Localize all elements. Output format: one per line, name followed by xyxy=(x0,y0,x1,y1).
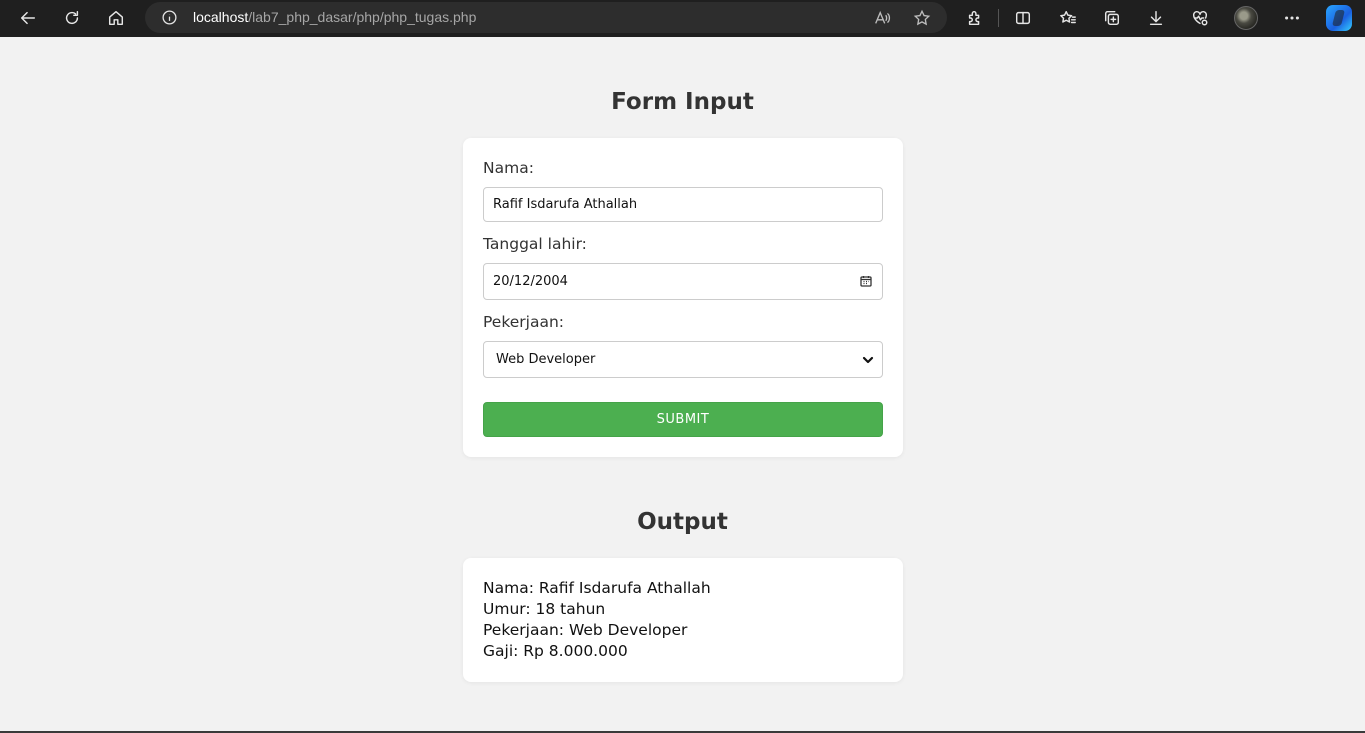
tanggal-lahir-value: 20/12/2004 xyxy=(493,274,568,289)
nama-input[interactable]: Rafif Isdarufa Athallah xyxy=(483,187,883,222)
extensions-icon[interactable] xyxy=(959,3,991,33)
output-heading: Output xyxy=(637,509,728,535)
output-nama: Nama: Rafif Isdarufa Athallah xyxy=(483,579,711,597)
nama-label: Nama: xyxy=(483,159,534,177)
browser-essentials-icon[interactable] xyxy=(1184,3,1216,33)
back-arrow-icon[interactable] xyxy=(12,3,44,33)
output-gaji: Gaji: Rp 8.000.000 xyxy=(483,642,628,660)
address-bar[interactable]: localhost/lab7_php_dasar/php/php_tugas.p… xyxy=(145,2,947,33)
form-heading: Form Input xyxy=(611,89,754,115)
home-icon[interactable] xyxy=(100,3,132,33)
nama-input-value: Rafif Isdarufa Athallah xyxy=(493,197,638,212)
more-options-icon[interactable] xyxy=(1276,3,1308,33)
submit-button[interactable]: SUBMIT xyxy=(483,402,883,437)
output-card: Nama: Rafif Isdarufa Athallah Umur: 18 t… xyxy=(463,558,903,682)
output-pekerjaan: Pekerjaan: Web Developer xyxy=(483,621,688,639)
copilot-icon[interactable] xyxy=(1326,5,1352,31)
tanggal-lahir-input[interactable]: 20/12/2004 xyxy=(483,263,883,300)
tanggal-lahir-label: Tanggal lahir: xyxy=(483,235,587,253)
refresh-icon[interactable] xyxy=(56,3,88,33)
site-info-icon[interactable] xyxy=(161,9,178,26)
url-path: /lab7_php_dasar/php/php_tugas.php xyxy=(248,9,477,25)
form-card: Nama: Rafif Isdarufa Athallah Tanggal la… xyxy=(463,138,903,457)
collections-icon[interactable] xyxy=(1096,3,1128,33)
url-host: localhost xyxy=(193,9,249,25)
calendar-icon[interactable] xyxy=(860,275,872,287)
downloads-icon[interactable] xyxy=(1140,3,1172,33)
chevron-down-icon xyxy=(862,354,874,366)
pekerjaan-selected-value: Web Developer xyxy=(496,352,596,367)
pekerjaan-label: Pekerjaan: xyxy=(483,313,565,331)
toolbar-separator xyxy=(998,9,999,27)
browser-toolbar: localhost/lab7_php_dasar/php/php_tugas.p… xyxy=(0,0,1365,37)
url-text[interactable]: localhost/lab7_php_dasar/php/php_tugas.p… xyxy=(193,9,476,25)
read-aloud-icon[interactable] xyxy=(870,6,894,30)
split-screen-icon[interactable] xyxy=(1007,3,1039,33)
favorite-star-icon[interactable] xyxy=(910,6,934,30)
favorites-icon[interactable] xyxy=(1052,3,1084,33)
profile-avatar[interactable] xyxy=(1234,6,1258,30)
output-umur: Umur: 18 tahun xyxy=(483,600,606,618)
pekerjaan-select[interactable]: Web Developer xyxy=(483,341,883,378)
